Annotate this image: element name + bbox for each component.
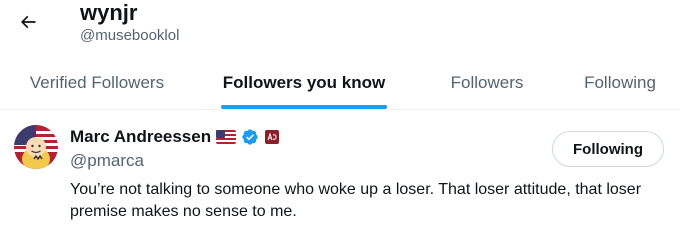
back-button[interactable] xyxy=(10,4,46,40)
avatar-image xyxy=(14,125,58,169)
affiliate-badge-icon[interactable] xyxy=(264,129,280,145)
active-tab-indicator xyxy=(221,105,387,109)
tab-followers[interactable]: Followers xyxy=(414,56,560,109)
tab-verified-followers[interactable]: Verified Followers xyxy=(0,56,194,109)
follower-tabs: Verified Followers Followers you know Fo… xyxy=(0,56,680,110)
following-button[interactable]: Following xyxy=(552,131,664,167)
arrow-left-icon xyxy=(20,15,36,29)
tab-following[interactable]: Following xyxy=(560,56,680,109)
user-name[interactable]: Marc Andreessen xyxy=(70,127,211,147)
tab-label: Followers xyxy=(450,72,524,92)
user-bio: You’re not talking to someone who woke u… xyxy=(70,181,642,220)
verified-badge-icon[interactable] xyxy=(241,128,259,146)
tab-label: Followers you know xyxy=(222,72,386,92)
profile-name: wynjr xyxy=(80,0,138,25)
user-cell[interactable]: Marc Andreessen @pmarca Following You’re… xyxy=(0,111,680,250)
profile-handle: @musebooklol xyxy=(80,27,180,44)
name-line: Marc Andreessen xyxy=(70,126,280,148)
tab-label: Verified Followers xyxy=(29,72,165,92)
tab-label: Following xyxy=(584,72,656,92)
user-handle[interactable]: @pmarca xyxy=(70,151,144,171)
tab-followers-you-know[interactable]: Followers you know xyxy=(194,56,414,109)
avatar[interactable] xyxy=(14,125,58,169)
profile-header: wynjr @musebooklol xyxy=(0,0,680,56)
us-flag-icon xyxy=(216,130,237,144)
